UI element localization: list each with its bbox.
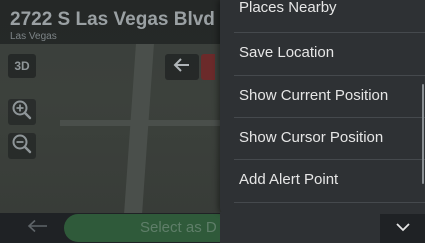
map-road: [124, 44, 154, 214]
menu-item-label: Places Nearby: [239, 0, 337, 16]
menu-divider: [234, 202, 425, 203]
menu-item-show-cursor-position[interactable]: Show Cursor Position: [220, 118, 425, 160]
zoom-out-button[interactable]: [8, 133, 36, 159]
map-back-button[interactable]: [165, 54, 199, 80]
select-as-destination-button[interactable]: Select as D: [64, 214, 224, 242]
select-button-label: Select as D: [140, 219, 217, 236]
zoom-out-icon: [11, 133, 33, 160]
menu-item-label: Add Alert Point: [239, 171, 339, 188]
context-menu: Places Nearby Save Location Show Current…: [220, 0, 425, 214]
menu-item-label: Save Location: [239, 44, 335, 61]
route-marker: [201, 54, 215, 80]
menu-item-label: Show Current Position: [239, 87, 389, 104]
arrow-left-icon: [172, 57, 192, 78]
address-title: 2722 S Las Vegas Blvd: [10, 9, 215, 30]
view-mode-button[interactable]: 3D: [8, 54, 36, 78]
menu-item-add-alert-point[interactable]: Add Alert Point: [220, 160, 425, 202]
menu-item-show-current-position[interactable]: Show Current Position: [220, 76, 425, 118]
view-mode-label: 3D: [14, 59, 30, 73]
bottom-back-button[interactable]: [18, 216, 58, 240]
menu-item-places-nearby[interactable]: Places Nearby: [220, 0, 425, 30]
zoom-in-icon: [11, 99, 33, 126]
collapse-menu-button[interactable]: [380, 214, 425, 243]
menu-item-label: Show Cursor Position: [239, 129, 384, 146]
menu-scrollbar[interactable]: [422, 84, 424, 184]
address-city: Las Vegas: [10, 31, 57, 42]
menu-footer: [220, 212, 382, 243]
zoom-in-button[interactable]: [8, 99, 36, 125]
chevron-down-icon: [394, 220, 412, 238]
map-road: [60, 120, 220, 126]
menu-item-save-location[interactable]: Save Location: [220, 33, 425, 75]
arrow-left-icon: [26, 219, 50, 238]
